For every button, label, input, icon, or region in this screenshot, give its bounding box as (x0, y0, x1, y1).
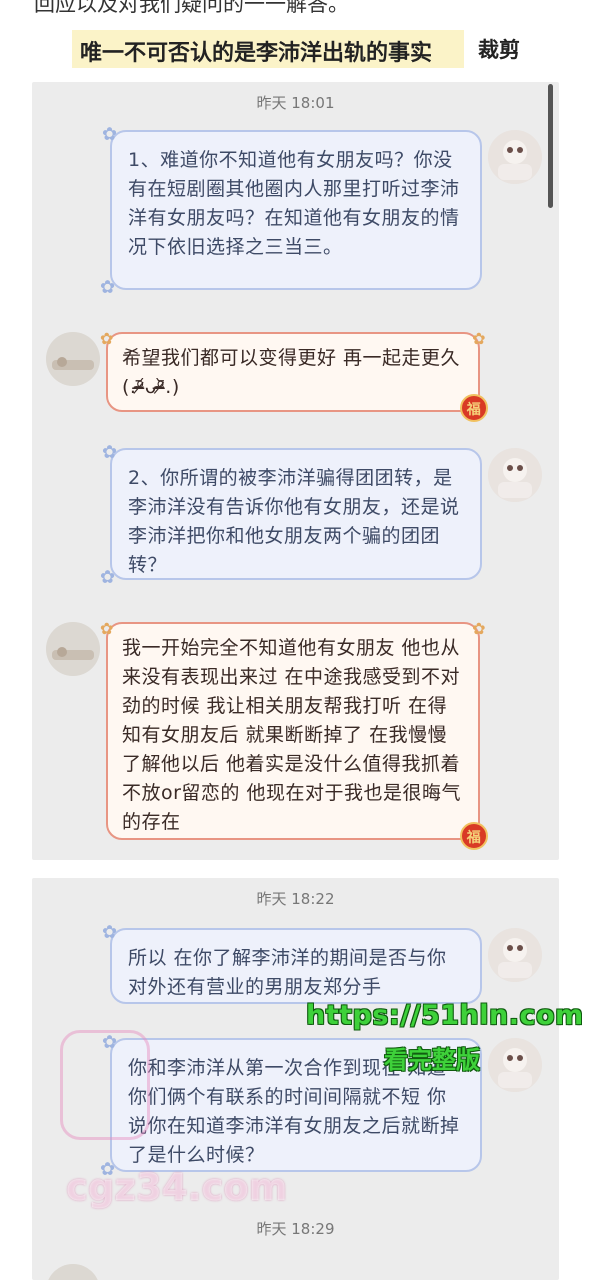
message-bubble-outgoing[interactable]: ✿ 1、难道你不知道他有女朋友吗？你没有在短剧圈其他圈内人那里打听过李沛洋有女朋… (100, 124, 482, 298)
flower-deco-icon: ✿ (472, 329, 486, 348)
timestamp: 昨天 18:29 (256, 1220, 335, 1238)
message-text: 我一开始完全不知道他有女朋友 他也从来没有表现出来过 在中途我感受到不对劲的时候… (122, 637, 461, 833)
flower-deco-icon: ✿ (100, 277, 116, 298)
highlight-caption-text: 唯一不可否认的是李沛洋出轨的事实 (80, 41, 433, 66)
message-bubble-incoming[interactable]: ✿ ✿ 希望我们都可以变得更好 再一起走更久 (.ᵒ̴̶̷᷄ᴗᵒ̴̶̷᷅.) 福 (100, 329, 488, 422)
fu-badge-icon: 福 (460, 822, 488, 850)
message-text: 所以 在你了解李沛洋的期间是否与你对外还有营业的男朋友郑分手 (128, 947, 447, 998)
watermark-url[interactable]: https://51hln.com (306, 1000, 584, 1031)
watermark-mascot (60, 1030, 150, 1140)
avatar-other[interactable] (46, 1264, 100, 1280)
flower-deco-icon: ✿ (100, 619, 114, 638)
flower-deco-icon: ✿ (100, 329, 114, 348)
message-text: 2、你所谓的被李沛洋骗得团团转，是李沛洋没有告诉你他有女朋友，还是说李沛洋把你和… (128, 467, 460, 576)
message-text: 1、难道你不知道他有女朋友吗？你没有在短剧圈其他圈内人那里打听过李沛洋有女朋友吗… (128, 149, 460, 258)
avatar-self[interactable] (488, 928, 542, 982)
intro-text: 回应以及对我们疑问的一一解答。 (34, 0, 349, 16)
flower-deco-icon: ✿ (472, 619, 486, 638)
flower-deco-icon: ✿ (100, 567, 116, 588)
message-bubble-outgoing[interactable]: ✿ 所以 在你了解李沛洋的期间是否与你对外还有营业的男朋友郑分手 (102, 922, 482, 1004)
message-bubble-outgoing[interactable]: ✿ 2、你所谓的被李沛洋骗得团团转，是李沛洋没有告诉你他有女朋友，还是说李沛洋把… (100, 442, 482, 588)
avatar-self[interactable] (488, 1038, 542, 1092)
timestamp: 昨天 18:22 (256, 890, 335, 908)
avatar-other[interactable] (46, 622, 100, 676)
avatar-self[interactable] (488, 130, 542, 184)
flower-deco-icon: ✿ (102, 124, 118, 145)
avatar-other[interactable] (46, 332, 100, 386)
fu-badge-icon: 福 (460, 394, 488, 422)
avatar-self[interactable] (488, 448, 542, 502)
highlight-caption: 唯一不可否认的是李沛洋出轨的事实 (72, 30, 464, 68)
chat-screenshot-1: 昨天 18:01 ✿ 1、难道你不知道他有女朋友吗？你没有在短剧圈其他圈内人那里… (32, 82, 559, 860)
watermark-site: cgz34.com (66, 1166, 288, 1209)
crop-label: 裁剪 (478, 38, 520, 62)
watermark-label[interactable]: 看完整版 (384, 1040, 480, 1075)
flower-deco-icon: ✿ (102, 922, 118, 943)
timestamp: 昨天 18:01 (256, 94, 335, 112)
message-bubble-incoming[interactable]: ✿ ✿ 我一开始完全不知道他有女朋友 他也从来没有表现出来过 在中途我感受到不对… (100, 619, 488, 850)
message-text: 希望我们都可以变得更好 再一起走更久 (.ᵒ̴̶̷᷄ᴗᵒ̴̶̷᷅.) (122, 347, 461, 398)
flower-deco-icon: ✿ (102, 442, 118, 463)
